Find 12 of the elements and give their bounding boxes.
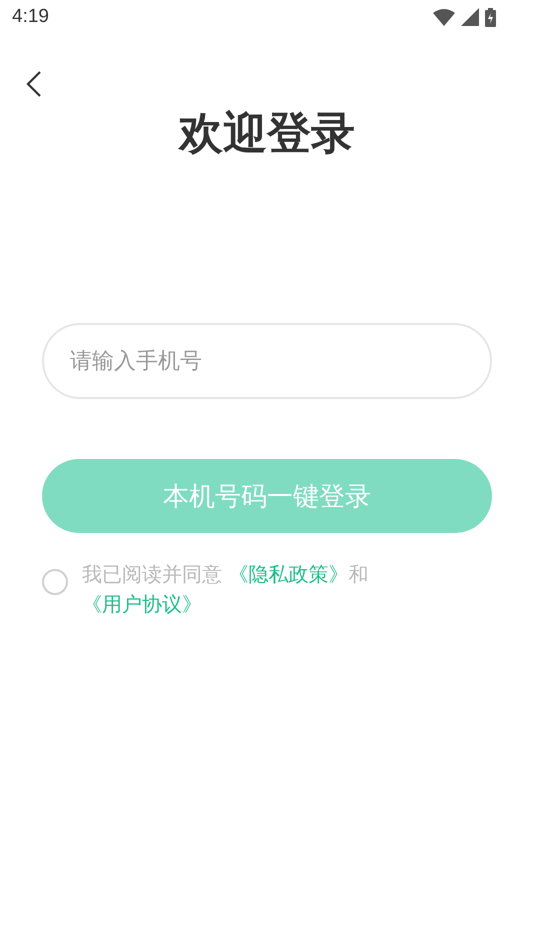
privacy-policy-link[interactable]: 《隐私政策》 [228, 562, 348, 586]
page-title: 欢迎登录 [179, 107, 355, 161]
back-icon [26, 70, 42, 98]
user-agreement-link[interactable]: 《用户协议》 [82, 592, 202, 616]
phone-input-field[interactable]: 请输入手机号 [42, 323, 492, 399]
wifi-icon [433, 8, 455, 26]
signal-icon [461, 8, 479, 26]
status-time: 4:19 [12, 6, 49, 28]
agreement-checkbox[interactable] [42, 569, 68, 595]
agreement-text: 我已阅读并同意 《隐私政策》和 《用户协议》 [82, 561, 370, 618]
login-button[interactable]: 本机号码一键登录 [42, 459, 492, 533]
battery-icon [485, 8, 496, 26]
